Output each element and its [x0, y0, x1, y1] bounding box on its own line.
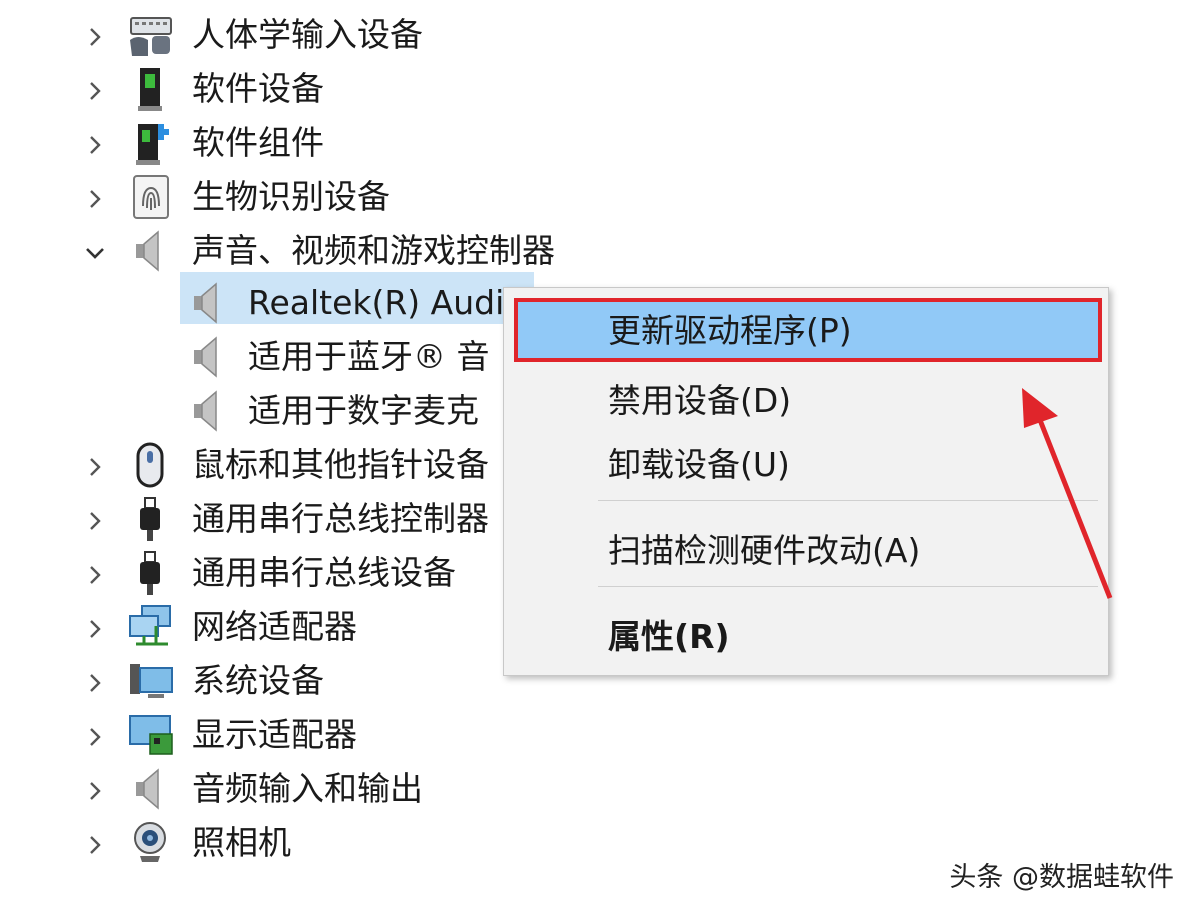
- speaker-icon: [186, 280, 232, 326]
- tree-item-label: 声音、视频和游戏控制器: [192, 231, 555, 270]
- chevron-right-icon[interactable]: [84, 510, 106, 532]
- menu-item-uninstall-device[interactable]: 卸载设备(U): [504, 434, 1108, 494]
- menu-item-label: 更新驱动程序(P): [608, 311, 852, 350]
- tree-item-audio-io[interactable]: 音频输入和输出: [0, 762, 1200, 816]
- chevron-right-icon[interactable]: [84, 80, 106, 102]
- tree-item-label: 生物识别设备: [192, 177, 390, 216]
- software-component-icon: [128, 120, 174, 166]
- tree-item-label: 软件设备: [192, 69, 324, 108]
- chevron-right-icon[interactable]: [84, 834, 106, 856]
- hid-keyboard-icon: [128, 12, 174, 58]
- menu-item-label: 禁用设备(D): [608, 381, 792, 420]
- menu-item-label: 卸载设备(U): [608, 445, 790, 484]
- chevron-right-icon[interactable]: [84, 456, 106, 478]
- tree-item-label: 照相机: [192, 823, 291, 862]
- mouse-icon: [128, 442, 174, 488]
- chevron-right-icon[interactable]: [84, 618, 106, 640]
- menu-item-disable-device[interactable]: 禁用设备(D): [504, 370, 1108, 430]
- context-menu: 更新驱动程序(P) 禁用设备(D) 卸载设备(U) 扫描检测硬件改动(A) 属性…: [503, 287, 1109, 676]
- tree-item-label: 通用串行总线控制器: [192, 499, 489, 538]
- tree-item-software-components[interactable]: 软件组件: [0, 116, 1200, 170]
- watermark: 头条 @数据蛙软件: [949, 862, 1174, 893]
- tree-item-label: 鼠标和其他指针设备: [192, 445, 489, 484]
- speaker-icon: [128, 766, 174, 812]
- chevron-down-icon[interactable]: [84, 242, 106, 264]
- chevron-right-icon[interactable]: [84, 780, 106, 802]
- menu-separator: [598, 586, 1098, 587]
- usb-plug-icon: [128, 496, 174, 542]
- tree-item-label: 音频输入和输出: [192, 769, 423, 808]
- menu-item-update-driver[interactable]: 更新驱动程序(P): [504, 294, 1108, 362]
- usb-plug-icon: [128, 550, 174, 596]
- tree-item-label: 适用于数字麦克: [248, 391, 479, 430]
- tree-item-label: 网络适配器: [192, 607, 357, 646]
- display-adapter-icon: [128, 712, 174, 758]
- chevron-right-icon[interactable]: [84, 188, 106, 210]
- tree-item-label: 显示适配器: [192, 715, 357, 754]
- webcam-icon: [128, 820, 174, 866]
- chevron-right-icon[interactable]: [84, 726, 106, 748]
- system-device-icon: [128, 658, 174, 704]
- menu-item-properties[interactable]: 属性(R): [504, 606, 1108, 666]
- network-adapter-icon: [128, 604, 174, 650]
- chevron-right-icon[interactable]: [84, 672, 106, 694]
- software-device-icon: [128, 66, 174, 112]
- tree-item-hid[interactable]: 人体学输入设备: [0, 8, 1200, 62]
- tree-item-label: 通用串行总线设备: [192, 553, 456, 592]
- speaker-icon: [128, 228, 174, 274]
- menu-item-scan-hardware[interactable]: 扫描检测硬件改动(A): [504, 520, 1108, 580]
- tree-item-label: 人体学输入设备: [192, 15, 423, 54]
- chevron-right-icon[interactable]: [84, 26, 106, 48]
- tree-item-label: 适用于蓝牙® 音: [248, 337, 490, 376]
- tree-item-biometric[interactable]: 生物识别设备: [0, 170, 1200, 224]
- tree-item-label: 系统设备: [192, 661, 324, 700]
- menu-item-label: 扫描检测硬件改动(A): [608, 531, 921, 570]
- chevron-right-icon[interactable]: [84, 564, 106, 586]
- tree-item-display-adapters[interactable]: 显示适配器: [0, 708, 1200, 762]
- menu-separator: [598, 500, 1098, 501]
- menu-item-label: 属性(R): [608, 617, 730, 656]
- tree-item-software-devices[interactable]: 软件设备: [0, 62, 1200, 116]
- fingerprint-icon: [128, 174, 174, 220]
- chevron-right-icon[interactable]: [84, 134, 106, 156]
- tree-item-sound-video-game[interactable]: 声音、视频和游戏控制器: [0, 224, 1200, 278]
- tree-item-label: 软件组件: [192, 123, 324, 162]
- speaker-icon: [186, 388, 232, 434]
- speaker-icon: [186, 334, 232, 380]
- tree-item-label: Realtek(R) Audi: [248, 283, 505, 322]
